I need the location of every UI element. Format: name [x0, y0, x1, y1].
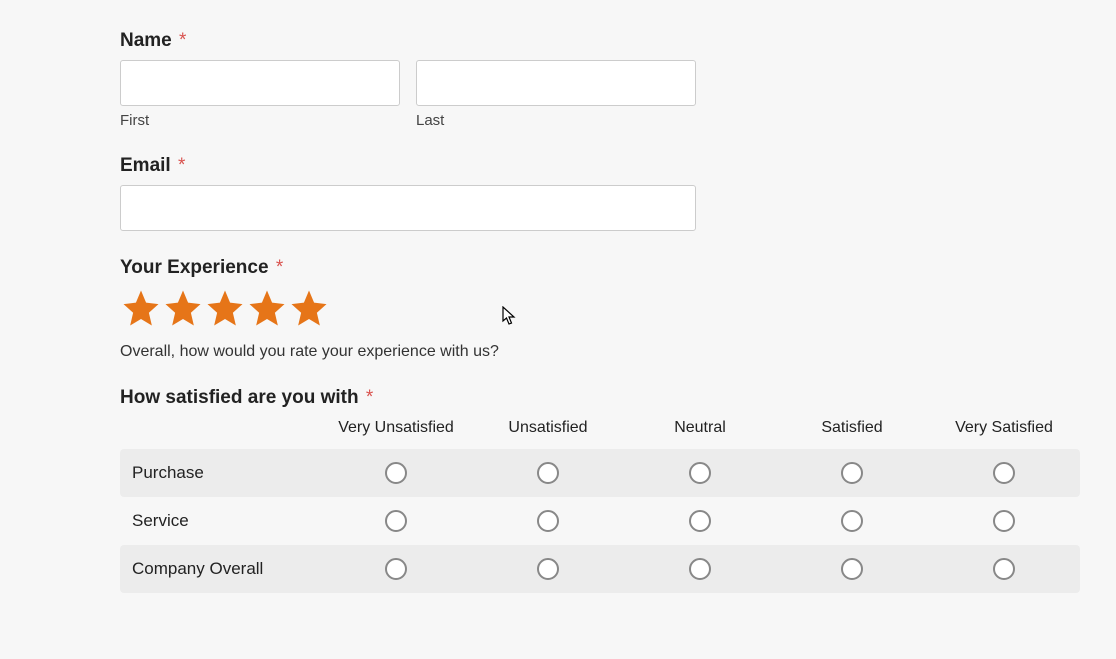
likert-header: Very Unsatisfied Unsatisfied Neutral Sat…: [120, 419, 1080, 437]
likert-radio[interactable]: [537, 462, 559, 484]
first-name-input[interactable]: [120, 60, 400, 106]
star-icon[interactable]: [162, 287, 204, 329]
satisfaction-field-group: How satisfied are you with * Very Unsati…: [120, 387, 1080, 593]
likert-radio[interactable]: [841, 510, 863, 532]
likert-radio[interactable]: [689, 558, 711, 580]
likert-table: Very Unsatisfied Unsatisfied Neutral Sat…: [120, 419, 1080, 593]
star-icon[interactable]: [120, 287, 162, 329]
likert-radio[interactable]: [385, 462, 407, 484]
email-label-text: Email: [120, 155, 171, 176]
name-label-text: Name: [120, 30, 172, 51]
satisfaction-label-text: How satisfied are you with: [120, 387, 359, 408]
first-name-sublabel: First: [120, 112, 400, 129]
likert-radio[interactable]: [689, 510, 711, 532]
likert-radio[interactable]: [537, 510, 559, 532]
email-field-group: Email *: [120, 155, 1080, 231]
likert-col-header: Very Satisfied: [928, 419, 1080, 437]
likert-radio[interactable]: [993, 462, 1015, 484]
required-marker: *: [366, 387, 373, 408]
last-name-input[interactable]: [416, 60, 696, 106]
experience-help-text: Overall, how would you rate your experie…: [120, 343, 1080, 361]
satisfaction-label: How satisfied are you with *: [120, 387, 1080, 409]
likert-row-label: Service: [120, 511, 320, 531]
experience-label-text: Your Experience: [120, 257, 269, 278]
email-label: Email *: [120, 155, 1080, 177]
star-rating: [120, 287, 1080, 329]
likert-col-header: Neutral: [624, 419, 776, 437]
likert-radio[interactable]: [385, 558, 407, 580]
likert-row: Purchase: [120, 449, 1080, 497]
likert-col-header: Very Unsatisfied: [320, 419, 472, 437]
likert-radio[interactable]: [993, 558, 1015, 580]
likert-col-header: Unsatisfied: [472, 419, 624, 437]
experience-field-group: Your Experience * Overall, how would you…: [120, 257, 1080, 361]
likert-radio[interactable]: [993, 510, 1015, 532]
likert-radio[interactable]: [689, 462, 711, 484]
likert-row: Company Overall: [120, 545, 1080, 593]
likert-row-label: Purchase: [120, 463, 320, 483]
experience-label: Your Experience *: [120, 257, 1080, 279]
star-icon[interactable]: [288, 287, 330, 329]
last-name-sublabel: Last: [416, 112, 696, 129]
likert-radio[interactable]: [385, 510, 407, 532]
likert-radio[interactable]: [841, 462, 863, 484]
likert-col-header: Satisfied: [776, 419, 928, 437]
name-label: Name *: [120, 30, 1080, 52]
likert-row: Service: [120, 497, 1080, 545]
required-marker: *: [276, 257, 283, 278]
required-marker: *: [179, 30, 186, 51]
required-marker: *: [178, 155, 185, 176]
likert-row-label: Company Overall: [120, 559, 320, 579]
likert-radio[interactable]: [537, 558, 559, 580]
email-input[interactable]: [120, 185, 696, 231]
likert-radio[interactable]: [841, 558, 863, 580]
star-icon[interactable]: [204, 287, 246, 329]
name-field-group: Name * First Last: [120, 30, 1080, 129]
star-icon[interactable]: [246, 287, 288, 329]
